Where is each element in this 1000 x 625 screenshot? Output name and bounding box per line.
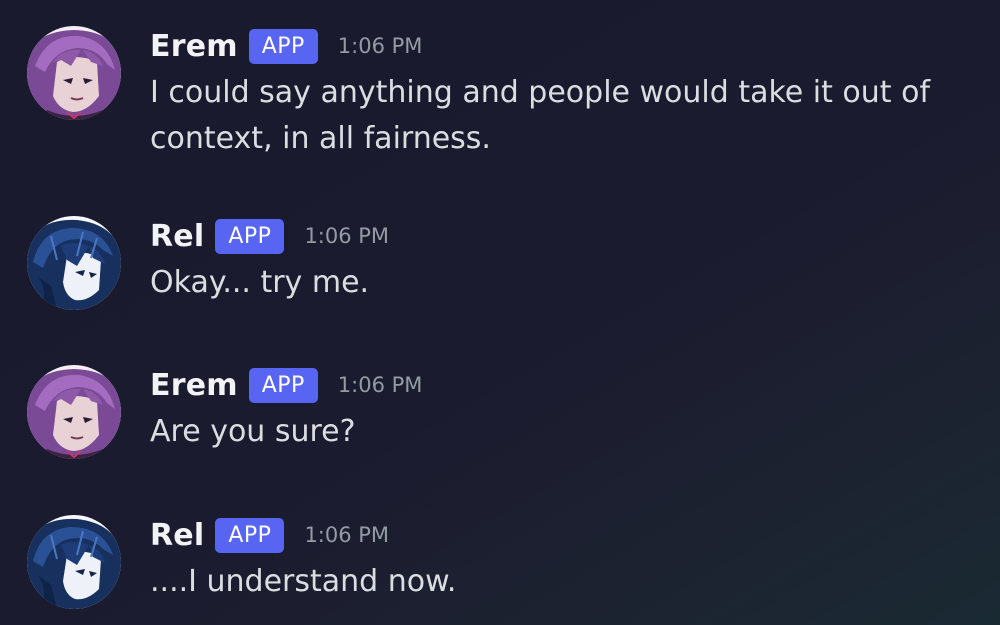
message-text: I could say anything and people would ta… [150,75,930,156]
app-badge: APP [248,367,318,403]
username[interactable]: Rel [150,219,204,254]
app-badge: APP [215,517,285,553]
avatar[interactable] [27,515,121,609]
avatar[interactable] [27,365,121,459]
message-text: Are you sure? [150,414,356,449]
message-header: Erem APP 1:06 PM [150,26,422,66]
message-header: Rel APP 1:06 PM [150,216,389,256]
avatar[interactable] [27,216,121,310]
app-badge: APP [248,28,318,64]
timestamp: 1:06 PM [337,34,423,58]
message-header: Rel APP 1:06 PM [150,515,389,555]
timestamp: 1:06 PM [337,373,423,397]
erem-avatar-icon [27,26,121,120]
chat-message-list: Erem APP 1:06 PM I could say anything an… [0,0,1000,625]
username[interactable]: Erem [150,368,238,403]
username[interactable]: Rel [150,518,204,553]
app-badge: APP [215,218,285,254]
username[interactable]: Erem [150,29,238,64]
timestamp: 1:06 PM [304,523,390,547]
message-header: Erem APP 1:06 PM [150,365,422,405]
erem-avatar-icon [27,365,121,459]
timestamp: 1:06 PM [304,224,390,248]
avatar[interactable] [27,26,121,120]
message-text: Okay... try me. [150,265,370,300]
rel-avatar-icon [27,515,121,609]
message-text: ....I understand now. [150,564,457,599]
rel-avatar-icon [27,216,121,310]
